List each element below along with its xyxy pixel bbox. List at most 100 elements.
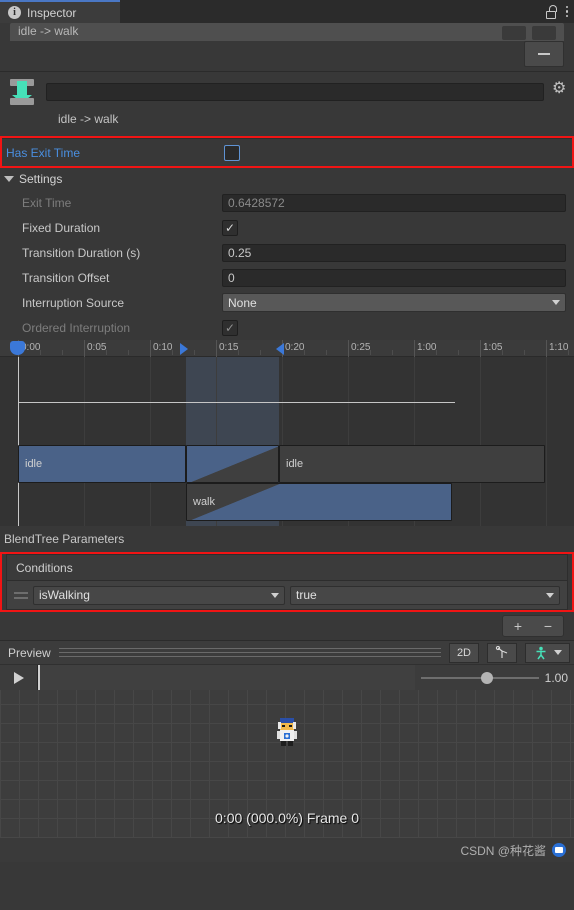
condition-value: true bbox=[296, 588, 317, 602]
exit-time-field[interactable]: 0.6428572 bbox=[222, 193, 566, 212]
conditions-footer: + − bbox=[0, 612, 574, 640]
speed-value: 1.00 bbox=[544, 670, 568, 685]
transition-object-field[interactable] bbox=[46, 83, 544, 101]
preview-scrubber[interactable] bbox=[38, 664, 415, 691]
ordered-interruption-checkbox[interactable]: ✓ bbox=[222, 319, 238, 336]
chevron-down-icon bbox=[546, 592, 554, 598]
preview-playback-bar: 1.00 bbox=[0, 664, 574, 691]
play-button[interactable] bbox=[0, 664, 38, 691]
preview-status-text: 0:00 (000.0%) Frame 0 bbox=[215, 810, 359, 826]
chevron-down-icon bbox=[271, 592, 279, 598]
tick-label: 0:25 bbox=[351, 342, 371, 353]
chevron-down-icon bbox=[4, 176, 14, 182]
clip-idle-tail[interactable]: idle bbox=[279, 445, 545, 483]
clipped-transition-header[interactable]: idle -> walk bbox=[10, 23, 564, 41]
has-exit-time-checkbox[interactable] bbox=[224, 144, 240, 161]
tabbar-actions bbox=[545, 0, 574, 23]
drag-handle-icon[interactable] bbox=[14, 591, 28, 599]
clipped-minus-button-a[interactable] bbox=[502, 26, 526, 40]
clipped-transition-title: idle -> walk bbox=[18, 24, 79, 38]
tab-inspector[interactable]: i Inspector bbox=[0, 0, 120, 23]
astronaut-glyph bbox=[277, 718, 297, 746]
slider-knob[interactable] bbox=[480, 671, 493, 684]
has-exit-time-row[interactable]: Has Exit Time bbox=[2, 138, 572, 166]
conditions-panel: Conditions isWalking true bbox=[6, 554, 568, 610]
settings-foldout[interactable]: Settings bbox=[0, 168, 574, 190]
clipped-minus-button-b[interactable] bbox=[532, 26, 556, 40]
chevron-down-icon bbox=[554, 650, 562, 655]
conditions-title: Conditions bbox=[16, 560, 73, 575]
pivot-axis-glyph bbox=[495, 645, 508, 658]
preview-viewport[interactable]: 0:00 (000.0%) Frame 0 bbox=[0, 690, 574, 838]
row-interruption-source: Interruption Source None bbox=[0, 290, 574, 315]
row-transition-duration: Transition Duration (s) 0.25 bbox=[0, 240, 574, 265]
fixed-duration-checkbox[interactable]: ✓ bbox=[222, 219, 238, 236]
timeline-ruler[interactable]: 0:00 0:05 0:10 0:15 0:20 0:25 1:00 1:05 … bbox=[0, 340, 574, 357]
playhead-handle[interactable] bbox=[10, 341, 25, 355]
tick-label: 1:05 bbox=[483, 342, 503, 353]
tab-label: Inspector bbox=[27, 5, 77, 20]
preview-rule-lines bbox=[58, 648, 441, 657]
clip-idle-fade[interactable] bbox=[186, 445, 279, 483]
lock-icon[interactable] bbox=[545, 4, 557, 19]
avatar-glyph bbox=[536, 646, 546, 659]
blendtree-parameters-label: BlendTree Parameters bbox=[0, 526, 574, 552]
clip-idle-source[interactable]: idle bbox=[18, 445, 186, 483]
transition-duration-field[interactable]: 0.25 bbox=[222, 243, 566, 262]
transition-end-marker[interactable] bbox=[276, 343, 284, 355]
pivot-axis-icon[interactable] bbox=[487, 642, 517, 663]
tick-label: 0:05 bbox=[87, 342, 107, 353]
play-icon bbox=[13, 671, 24, 684]
clip-walk-target[interactable]: walk bbox=[186, 483, 452, 521]
has-exit-time-label: Has Exit Time bbox=[6, 145, 81, 160]
preview-speed-control: 1.00 bbox=[415, 671, 574, 685]
row-label: Exit Time bbox=[22, 195, 72, 210]
condition-parameter-dropdown[interactable]: isWalking bbox=[33, 585, 285, 605]
conditions-header: Conditions bbox=[6, 554, 568, 580]
timeline-body[interactable]: idle idle walk bbox=[0, 357, 574, 526]
icon-plate-bottom bbox=[10, 98, 34, 105]
interruption-source-dropdown[interactable]: None bbox=[222, 293, 566, 312]
add-condition-button[interactable]: + bbox=[503, 616, 533, 636]
row-label: Transition Offset bbox=[22, 270, 110, 285]
tick-label: 0:20 bbox=[285, 342, 305, 353]
tick-label: 1:10 bbox=[549, 342, 569, 353]
preview-2d-toggle[interactable]: 2D bbox=[448, 642, 479, 663]
info-icon: i bbox=[8, 6, 21, 19]
condition-row[interactable]: isWalking true bbox=[6, 580, 568, 610]
footer-watermark-bar: CSDN @种花酱 bbox=[0, 838, 574, 862]
watermark-text: CSDN @种花酱 bbox=[460, 843, 546, 858]
remove-transition-bar bbox=[0, 41, 574, 71]
minus-icon bbox=[538, 53, 550, 55]
speed-slider[interactable] bbox=[420, 671, 539, 685]
kebab-menu-icon[interactable] bbox=[565, 5, 568, 18]
row-transition-offset: Transition Offset 0 bbox=[0, 265, 574, 290]
watermark-badge-icon bbox=[552, 843, 566, 857]
remove-condition-button[interactable]: − bbox=[533, 616, 563, 636]
lock-body bbox=[545, 10, 556, 19]
settings-title: Settings bbox=[19, 172, 63, 186]
remove-transition-button[interactable] bbox=[524, 41, 564, 67]
transition-curve-line bbox=[18, 402, 455, 403]
slider-track bbox=[420, 676, 539, 679]
transition-offset-field[interactable]: 0 bbox=[222, 268, 566, 287]
condition-value-dropdown[interactable]: true bbox=[290, 585, 560, 605]
conditions-highlight: Conditions isWalking true bbox=[0, 552, 574, 612]
inspector-tabbar: i Inspector bbox=[0, 0, 574, 23]
transition-start-marker[interactable] bbox=[180, 343, 188, 355]
gear-icon[interactable] bbox=[552, 81, 568, 100]
transition-timeline[interactable]: 0:00 0:05 0:10 0:15 0:20 0:25 1:00 1:05 … bbox=[0, 340, 574, 526]
avatar-selector-button[interactable] bbox=[525, 642, 570, 663]
interruption-source-value: None bbox=[228, 295, 257, 310]
condition-parameter-value: isWalking bbox=[39, 588, 90, 602]
blendtree-parameters-text: BlendTree Parameters bbox=[4, 532, 125, 546]
row-fixed-duration: Fixed Duration ✓ bbox=[0, 215, 574, 240]
tick-label: 0:10 bbox=[153, 342, 173, 353]
transition-name: idle -> walk bbox=[58, 112, 119, 126]
fade-gradient bbox=[187, 446, 278, 482]
preview-toolbar: Preview 2D bbox=[0, 640, 574, 664]
transition-object-row bbox=[0, 72, 574, 112]
avatar-icon bbox=[533, 645, 549, 661]
add-remove-condition-group: + − bbox=[502, 615, 564, 637]
row-label: Fixed Duration bbox=[22, 220, 101, 235]
